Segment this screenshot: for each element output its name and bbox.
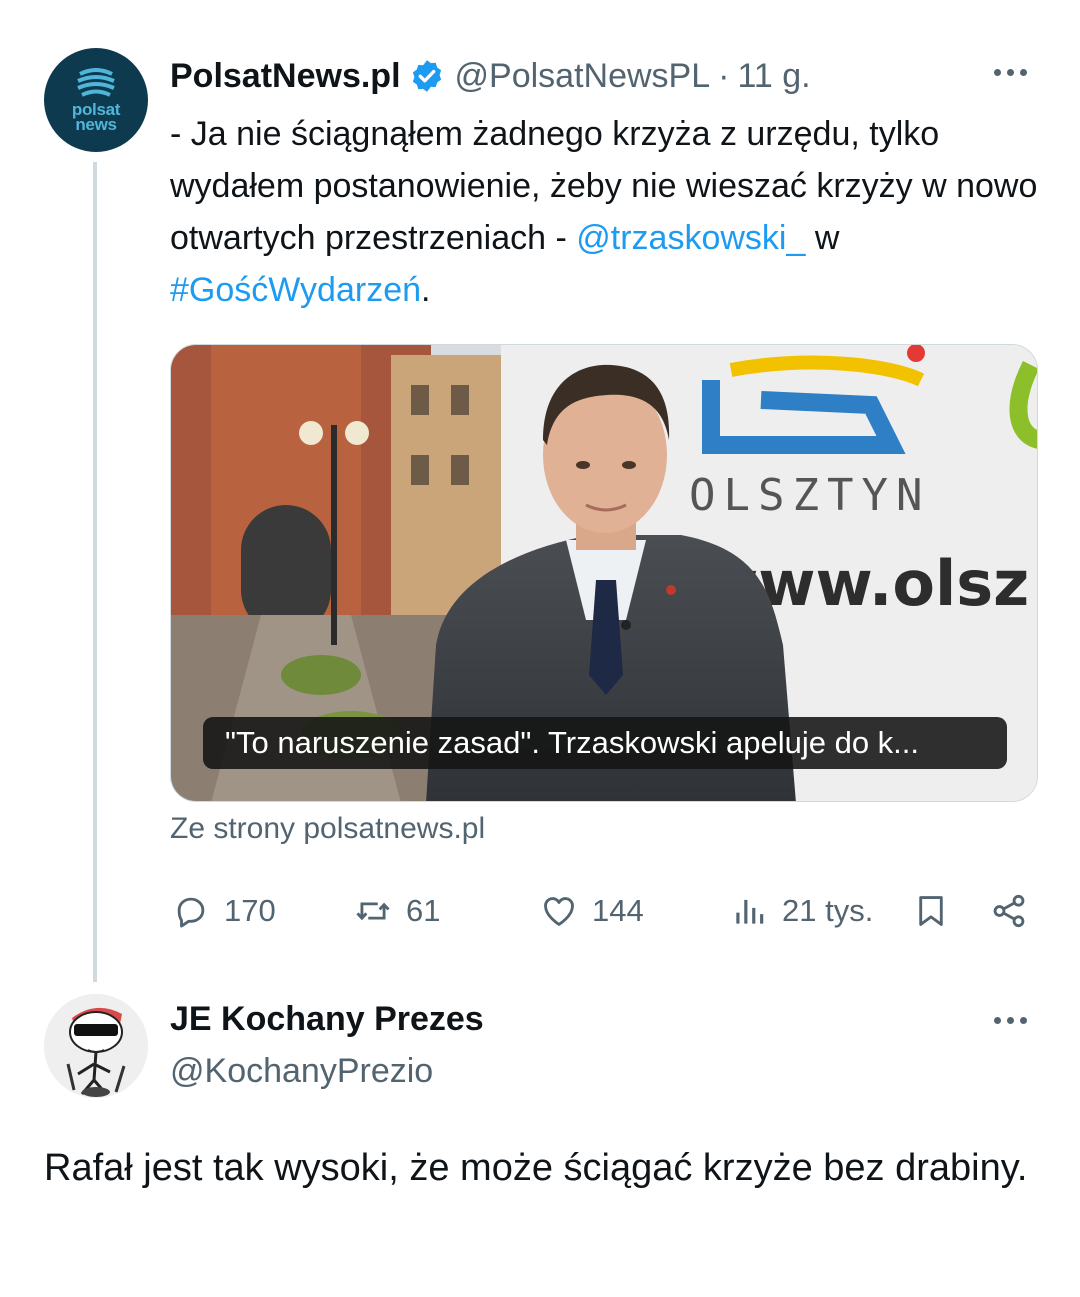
link-source[interactable]: Ze strony polsatnews.pl [170, 812, 485, 846]
media-card[interactable]: OLSZTYN www.olsz "To naruszenie zasad". … [170, 344, 1038, 802]
tweet-text-end: . [421, 271, 431, 309]
like-count: 144 [592, 893, 644, 928]
author-name[interactable]: PolsatNews.pl [170, 57, 401, 96]
more-icon[interactable] [988, 1010, 1032, 1030]
avatar-logo-text-2: news [75, 115, 117, 134]
avatar-cartoon-icon [44, 994, 148, 1098]
share-icon [993, 894, 1025, 928]
views-button[interactable]: 21 tys. [730, 888, 873, 934]
avatar-kochanyprezio[interactable] [44, 994, 148, 1098]
share-button[interactable] [990, 888, 1028, 934]
hashtag-link[interactable]: #GośćWydarzeń [170, 271, 421, 309]
views-icon [736, 899, 764, 924]
retweet-count: 61 [406, 893, 441, 928]
retweet-button[interactable]: 61 [354, 888, 440, 934]
tweet1-header: PolsatNews.pl @PolsatNewsPL · 11 g. [170, 52, 1040, 100]
backdrop-city-text: OLSZTYN [689, 470, 930, 521]
reply-icon [177, 897, 205, 928]
author-handle[interactable]: @KochanyPrezio [170, 1048, 433, 1094]
views-count: 21 tys. [782, 893, 874, 928]
tweet-text-mid: w [805, 219, 840, 257]
author-name[interactable]: JE Kochany Prezes [170, 996, 484, 1042]
retweet-icon [356, 902, 390, 921]
tweet2-text: Rafał jest tak wysoki, że może ściągać k… [44, 1147, 1028, 1189]
tweet-actions-bar: 170 61 144 21 tys. [170, 888, 1038, 934]
polsat-logo-icon [77, 68, 115, 97]
more-icon[interactable] [988, 62, 1032, 82]
bookmark-icon [919, 896, 943, 926]
tweet-timestamp[interactable]: 11 g. [737, 57, 810, 96]
avatar-polsatnews[interactable]: polsat news [44, 48, 148, 152]
author-handle[interactable]: @PolsatNewsPL [455, 57, 711, 96]
mention-link[interactable]: @trzaskowski_ [576, 219, 805, 257]
header-separator: · [718, 56, 730, 95]
thread-connector-line [93, 162, 97, 982]
tweet1-text: - Ja nie ściągnąłem żadnego krzyża z urz… [170, 108, 1040, 316]
video-caption: "To naruszenie zasad". Trzaskowski apelu… [203, 717, 1007, 769]
heart-icon [544, 897, 574, 926]
reply-button[interactable]: 170 [172, 888, 276, 934]
like-button[interactable]: 144 [540, 888, 644, 934]
bookmark-button[interactable] [912, 888, 950, 934]
verified-badge-icon [412, 60, 441, 92]
reply-count: 170 [224, 893, 276, 928]
